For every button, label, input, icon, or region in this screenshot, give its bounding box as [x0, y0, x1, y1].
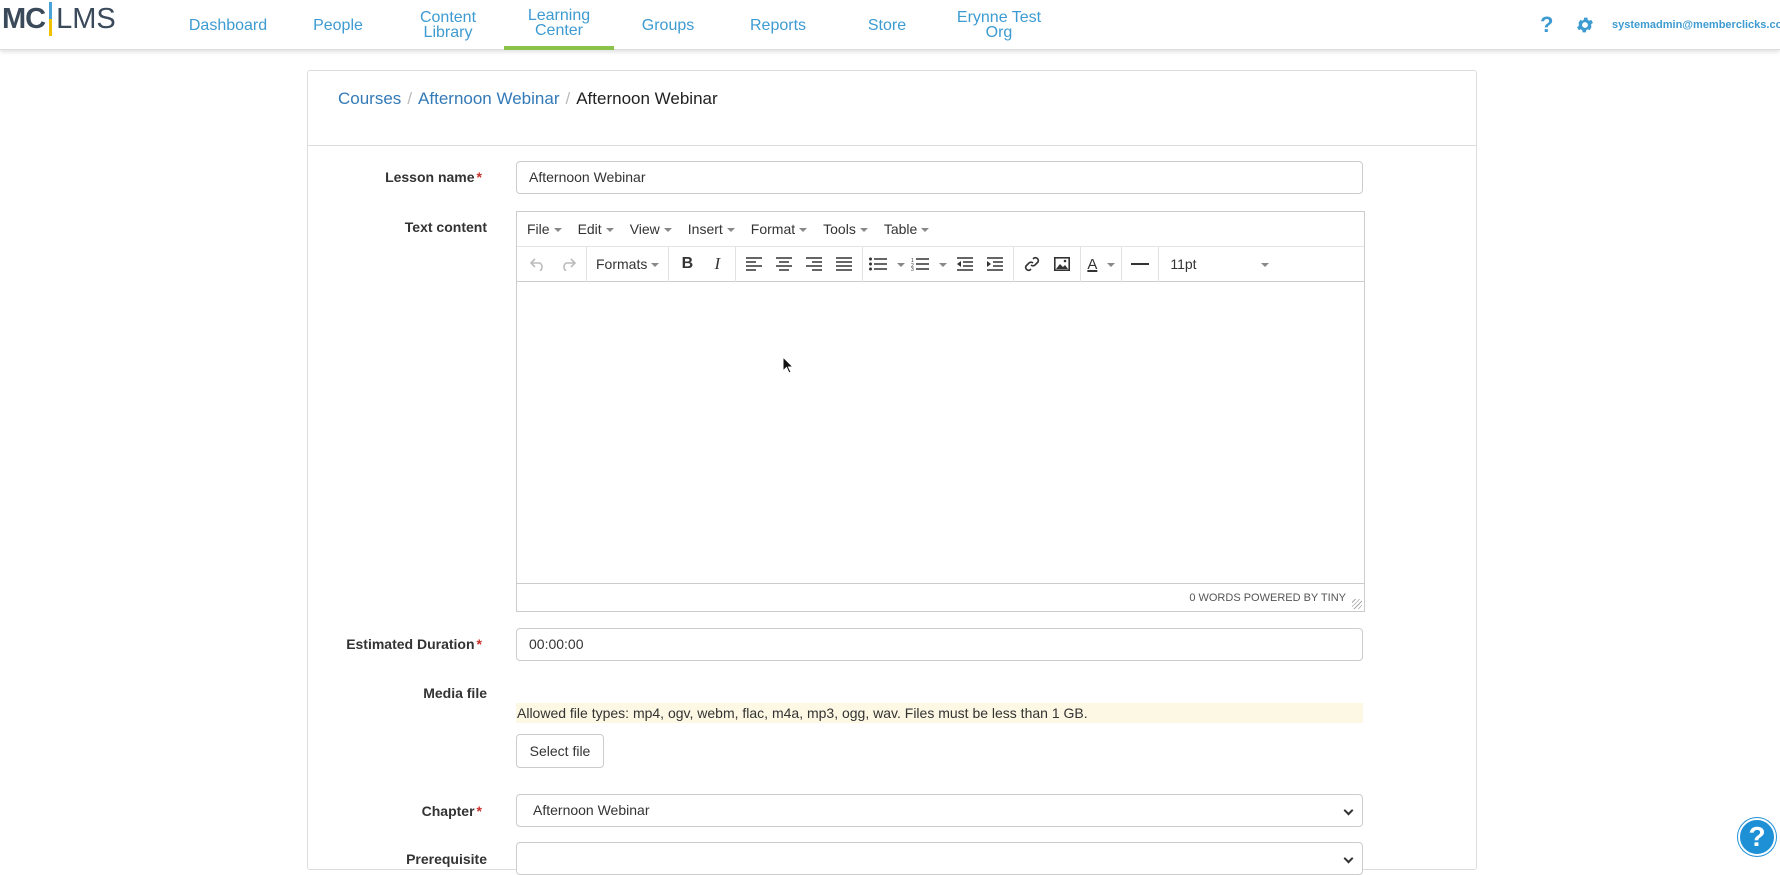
menu-format[interactable]: Format: [751, 221, 808, 237]
duration-input[interactable]: 00:00:00: [516, 628, 1363, 661]
user-email-link[interactable]: systemadmin@memberclicks.com: [1612, 0, 1780, 50]
logo-mc-text: MC: [2, 2, 46, 35]
toolbar-separator: [1080, 246, 1082, 282]
select-file-button[interactable]: Select file: [516, 734, 604, 768]
toolbar-separator: [1013, 246, 1015, 282]
nav-dashboard[interactable]: Dashboard: [185, 0, 271, 50]
breadcrumb-separator: /: [565, 89, 571, 108]
toolbar-separator: [862, 246, 864, 282]
align-left-icon[interactable]: [739, 247, 769, 282]
undo-icon[interactable]: [523, 247, 553, 282]
toolbar-separator: [1158, 246, 1160, 282]
nav-reports[interactable]: Reports: [740, 0, 816, 50]
toolbar-separator: [586, 246, 587, 282]
lesson-name-label: Lesson name *: [385, 169, 482, 185]
nav-content-library[interactable]: Content Library: [412, 0, 484, 50]
resize-handle-icon[interactable]: [1352, 599, 1362, 609]
menu-edit[interactable]: Edit: [578, 221, 614, 237]
floating-help-button[interactable]: ?: [1738, 818, 1776, 856]
logo-divider: [49, 2, 53, 36]
breadcrumb-courses[interactable]: Courses: [338, 89, 401, 108]
nav-people[interactable]: People: [305, 0, 371, 50]
breadcrumb-current: Afternoon Webinar: [576, 89, 718, 108]
logo-lms-text: LMS: [56, 2, 116, 35]
toolbar-separator: [735, 246, 737, 282]
italic-icon[interactable]: I: [702, 247, 732, 282]
chapter-selected-value: Afternoon Webinar: [533, 802, 650, 818]
nav-store[interactable]: Store: [862, 0, 912, 50]
help-icon[interactable]: ?: [1540, 0, 1553, 50]
mouse-cursor-icon: [782, 355, 795, 379]
top-navigation: MC LMS Dashboard People Content Library …: [0, 0, 1780, 50]
horizontal-rule-icon[interactable]: [1125, 247, 1155, 282]
redo-icon[interactable]: [553, 247, 583, 282]
mc-lms-logo[interactable]: MC LMS: [2, 2, 116, 36]
image-icon[interactable]: [1047, 247, 1077, 282]
breadcrumb-separator: /: [407, 89, 413, 108]
align-center-icon[interactable]: [769, 247, 799, 282]
font-size-dropdown[interactable]: 11pt: [1162, 247, 1277, 282]
menu-table[interactable]: Table: [884, 221, 930, 237]
breadcrumb-course[interactable]: Afternoon Webinar: [418, 89, 559, 108]
prerequisite-select[interactable]: [516, 842, 1363, 875]
prerequisite-label: Prerequisite: [406, 851, 487, 867]
toolbar-separator: [668, 246, 670, 282]
svg-text:3: 3: [911, 267, 914, 271]
chapter-select[interactable]: Afternoon Webinar: [516, 794, 1363, 827]
menu-tools[interactable]: Tools: [823, 221, 868, 237]
gear-icon[interactable]: [1575, 0, 1595, 50]
allowed-file-types-note: Allowed file types: mp4, ogv, webm, flac…: [516, 703, 1363, 723]
rich-text-editor: File Edit View Insert Format Tools Table…: [516, 211, 1365, 612]
bullet-list-icon[interactable]: [866, 247, 908, 282]
text-color-icon[interactable]: A: [1084, 247, 1118, 282]
chevron-down-icon: [1343, 805, 1354, 816]
menu-file[interactable]: File: [527, 221, 562, 237]
duration-label: Estimated Duration *: [346, 636, 482, 652]
numbered-list-icon[interactable]: 123: [908, 247, 950, 282]
bold-icon[interactable]: B: [672, 247, 702, 282]
nav-groups[interactable]: Groups: [634, 0, 702, 50]
chapter-label: Chapter *: [421, 803, 482, 819]
text-content-label: Text content: [404, 219, 487, 235]
align-justify-icon[interactable]: [829, 247, 859, 282]
editor-toolbar: Formats B I 123 A 11pt: [517, 246, 1364, 282]
indent-icon[interactable]: [980, 247, 1010, 282]
editor-content-area[interactable]: [517, 282, 1364, 583]
nav-learning-center[interactable]: Learning Center: [504, 0, 614, 50]
editor-statusbar: 0 WORDS POWERED BY TINY: [517, 583, 1364, 611]
media-file-label: Media file: [423, 685, 487, 701]
breadcrumb: Courses / Afternoon Webinar / Afternoon Webi…: [308, 71, 1476, 146]
menu-insert[interactable]: Insert: [688, 221, 735, 237]
word-count-status: 0 WORDS POWERED BY TINY: [1189, 591, 1346, 604]
formats-dropdown[interactable]: Formats: [590, 247, 665, 282]
nav-organization[interactable]: Erynne Test Org: [950, 0, 1048, 50]
editor-menubar: File Edit View Insert Format Tools Table: [517, 212, 1364, 247]
outdent-icon[interactable]: [950, 247, 980, 282]
menu-view[interactable]: View: [630, 221, 672, 237]
align-right-icon[interactable]: [799, 247, 829, 282]
link-icon[interactable]: [1017, 247, 1047, 282]
toolbar-separator: [1121, 246, 1123, 282]
lesson-name-input[interactable]: Afternoon Webinar: [516, 161, 1363, 194]
